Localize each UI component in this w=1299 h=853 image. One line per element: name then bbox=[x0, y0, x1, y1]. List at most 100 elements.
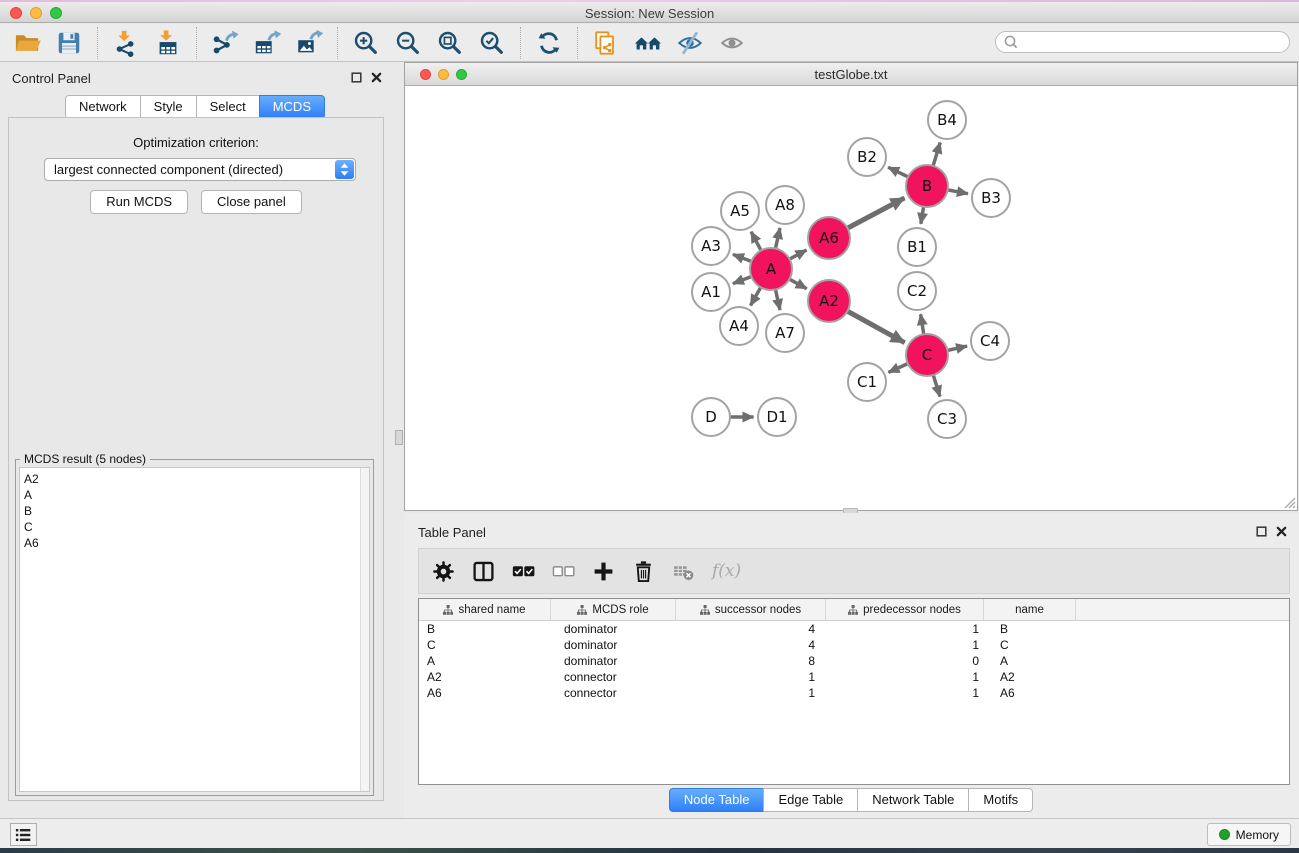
node-A1[interactable]: A1 bbox=[692, 273, 730, 311]
table-cell[interactable]: 0 bbox=[826, 654, 984, 668]
node-C4[interactable]: C4 bbox=[971, 322, 1009, 360]
column-header-shared-name[interactable]: shared name bbox=[419, 599, 551, 620]
column-visibility-icon[interactable] bbox=[472, 560, 495, 583]
tab-style[interactable]: Style bbox=[140, 95, 197, 119]
result-scrollbar[interactable] bbox=[360, 468, 369, 791]
table-cell[interactable]: dominator bbox=[551, 638, 676, 652]
node-A6[interactable]: A6 bbox=[808, 217, 850, 259]
node-C[interactable]: C bbox=[906, 334, 948, 376]
table-row[interactable]: A2connector11A2 bbox=[419, 669, 1289, 685]
column-header-mcds-role[interactable]: MCDS role bbox=[551, 599, 676, 620]
node-A4[interactable]: A4 bbox=[720, 307, 758, 345]
search-field[interactable] bbox=[995, 31, 1290, 53]
node-B4[interactable]: B4 bbox=[928, 101, 966, 139]
refresh-button[interactable] bbox=[533, 27, 565, 59]
node-B[interactable]: B bbox=[906, 165, 948, 207]
node-A5[interactable]: A5 bbox=[721, 192, 759, 230]
network-canvas[interactable]: AA1A2A3A4A5A6A7A8BB1B2B3B4CC1C2C3C4DD1 bbox=[405, 86, 1297, 510]
tab-network[interactable]: Network bbox=[65, 95, 141, 119]
result-item[interactable]: A2 bbox=[24, 471, 369, 487]
table-cell[interactable]: 1 bbox=[676, 686, 826, 700]
node-C1[interactable]: C1 bbox=[848, 363, 886, 401]
table-row[interactable]: Cdominator41C bbox=[419, 637, 1289, 653]
node-D1[interactable]: D1 bbox=[758, 398, 796, 436]
result-item[interactable]: A bbox=[24, 487, 369, 503]
node-A3[interactable]: A3 bbox=[692, 227, 730, 265]
deselect-all-icon[interactable] bbox=[552, 560, 575, 583]
column-header-predecessor-nodes[interactable]: predecessor nodes bbox=[826, 599, 984, 620]
node-C2[interactable]: C2 bbox=[898, 272, 936, 310]
export-image-button[interactable] bbox=[293, 27, 325, 59]
node-A2[interactable]: A2 bbox=[808, 280, 850, 322]
criterion-dropdown[interactable]: largest connected component (directed) bbox=[44, 158, 356, 181]
mcds-result-list[interactable]: A2ABCA6 bbox=[19, 467, 370, 792]
float-panel-icon[interactable] bbox=[1256, 526, 1267, 537]
tab-network-table[interactable]: Network Table bbox=[857, 788, 969, 812]
node-A[interactable]: A bbox=[750, 248, 792, 290]
delete-trash-icon[interactable] bbox=[632, 560, 655, 583]
result-item[interactable]: C bbox=[24, 519, 369, 535]
table-cell[interactable]: B bbox=[419, 622, 551, 636]
table-row[interactable]: Bdominator41B bbox=[419, 621, 1289, 637]
import-table-button[interactable] bbox=[152, 27, 184, 59]
node-D[interactable]: D bbox=[692, 398, 730, 436]
vertical-splitter-handle[interactable] bbox=[395, 430, 403, 445]
network-file-button[interactable] bbox=[590, 27, 622, 59]
table-cell[interactable]: 1 bbox=[826, 686, 984, 700]
zoom-selected-button[interactable] bbox=[476, 27, 508, 59]
tab-select[interactable]: Select bbox=[196, 95, 260, 119]
node-A8[interactable]: A8 bbox=[766, 186, 804, 224]
export-table-button[interactable] bbox=[251, 27, 283, 59]
open-session-button[interactable] bbox=[11, 27, 43, 59]
node-B2[interactable]: B2 bbox=[848, 138, 886, 176]
task-history-button[interactable] bbox=[10, 823, 37, 846]
table-cell[interactable]: dominator bbox=[551, 622, 676, 636]
float-panel-icon[interactable] bbox=[351, 72, 362, 83]
network-view-window[interactable]: testGlobe.txt AA1A2A3A4A5A6A7A8BB1B2B3B4… bbox=[404, 62, 1298, 511]
table-cell[interactable]: 1 bbox=[826, 638, 984, 652]
table-cell[interactable]: 4 bbox=[676, 622, 826, 636]
add-icon[interactable] bbox=[592, 560, 615, 583]
table-cell[interactable]: 4 bbox=[676, 638, 826, 652]
table-cell[interactable]: A6 bbox=[419, 686, 551, 700]
node-C3[interactable]: C3 bbox=[928, 400, 966, 438]
close-panel-button[interactable]: Close panel bbox=[201, 190, 302, 214]
memory-button[interactable]: Memory bbox=[1207, 823, 1291, 846]
table-cell[interactable]: A bbox=[984, 654, 1076, 668]
function-builder-icon[interactable]: f(x) bbox=[712, 561, 741, 581]
result-item[interactable]: B bbox=[24, 503, 369, 519]
import-network-button[interactable] bbox=[110, 27, 142, 59]
table-cell[interactable]: B bbox=[984, 622, 1076, 636]
close-panel-icon[interactable] bbox=[1276, 526, 1287, 537]
hide-details-button[interactable] bbox=[674, 27, 706, 59]
table-cell[interactable]: C bbox=[419, 638, 551, 652]
search-input[interactable] bbox=[1019, 33, 1289, 51]
table-cell[interactable]: A6 bbox=[984, 686, 1076, 700]
table-cell[interactable]: A2 bbox=[419, 670, 551, 684]
zoom-in-button[interactable] bbox=[350, 27, 382, 59]
zoom-fit-button[interactable] bbox=[434, 27, 466, 59]
table-cell[interactable]: A2 bbox=[984, 670, 1076, 684]
node-table[interactable]: shared nameMCDS rolesuccessor nodesprede… bbox=[418, 598, 1290, 785]
network-window-titlebar[interactable]: testGlobe.txt bbox=[405, 63, 1297, 86]
table-cell[interactable]: 1 bbox=[826, 670, 984, 684]
node-B3[interactable]: B3 bbox=[972, 179, 1010, 217]
close-panel-icon[interactable] bbox=[371, 72, 382, 83]
tab-edge-table[interactable]: Edge Table bbox=[763, 788, 858, 812]
home-button[interactable] bbox=[632, 27, 664, 59]
table-cell[interactable]: connector bbox=[551, 686, 676, 700]
table-cell[interactable]: connector bbox=[551, 670, 676, 684]
save-session-button[interactable] bbox=[53, 27, 85, 59]
table-cell[interactable]: A bbox=[419, 654, 551, 668]
tab-motifs[interactable]: Motifs bbox=[968, 788, 1033, 812]
table-cell[interactable]: C bbox=[984, 638, 1076, 652]
resize-grip-icon[interactable] bbox=[1283, 496, 1296, 509]
table-options-gear-icon[interactable] bbox=[432, 560, 455, 583]
table-cell[interactable]: 8 bbox=[676, 654, 826, 668]
tab-mcds[interactable]: MCDS bbox=[259, 95, 325, 119]
window-titlebar[interactable]: Session: New Session bbox=[0, 2, 1299, 23]
table-cell[interactable]: 1 bbox=[826, 622, 984, 636]
table-row[interactable]: A6connector11A6 bbox=[419, 685, 1289, 701]
run-mcds-button[interactable]: Run MCDS bbox=[90, 190, 188, 214]
show-details-button[interactable] bbox=[716, 27, 748, 59]
